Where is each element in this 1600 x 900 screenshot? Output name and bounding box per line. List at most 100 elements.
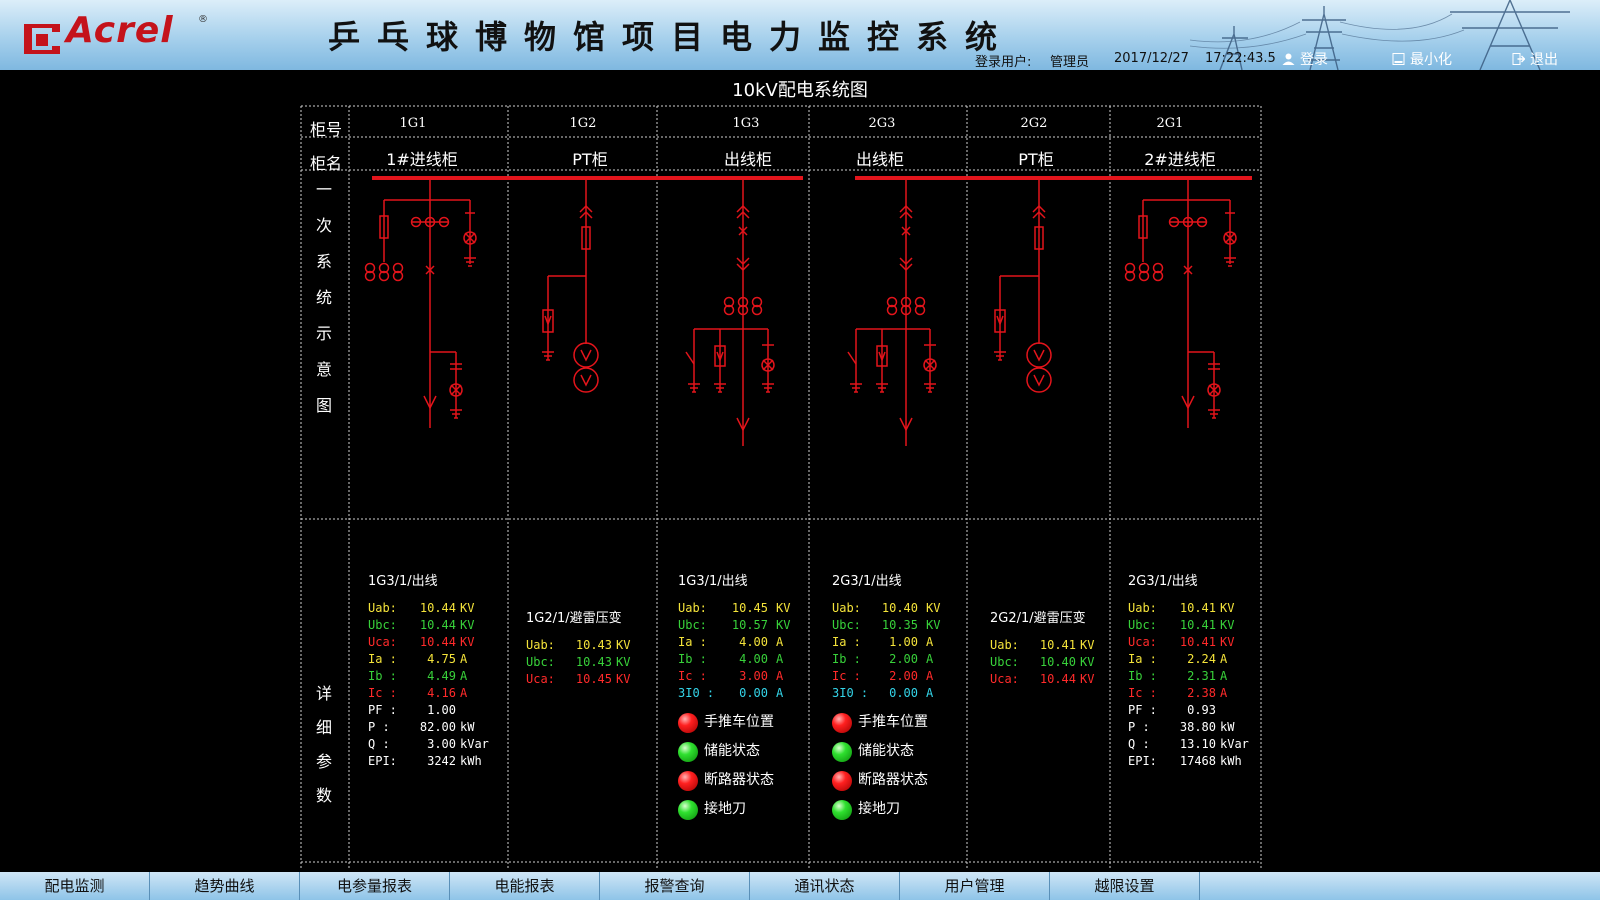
param-row: P : 38.80 kW [1128, 720, 1234, 737]
param-value: 1.00 [427, 703, 456, 717]
param-unit: A [460, 669, 468, 683]
nav-tab[interactable]: 趋势曲线 [150, 872, 300, 900]
param-label: Ib : [832, 652, 861, 666]
status-indicator: 手推车位置 [678, 711, 774, 740]
param-label: Uab: [990, 638, 1019, 652]
bottom-nav-bar: 配电监测 趋势曲线 电参量报表 电能报表 报警查询 通讯状态 用户管理 越限设置 [0, 872, 1600, 900]
param-value: 4.49 [427, 669, 456, 683]
param-row: Uab: 10.41 KV [990, 638, 1094, 655]
param-unit: A [776, 635, 784, 649]
param-value: 10.45 [731, 601, 768, 615]
primary-label-char: 统 [315, 288, 332, 307]
param-label: Ic : [832, 669, 861, 683]
detail-panel-2g1: 2G3/1/出线 Uab: 10.41 KV Ubc: 10.41 KV Uca: 10.41 K… [1128, 570, 1249, 771]
nav-tab[interactable]: 电能报表 [450, 872, 600, 900]
param-row: Ubc: 10.44 KV [368, 618, 474, 635]
status-indicator: 储能状态 [832, 740, 928, 769]
param-row: EPI: 17468 kWh [1128, 754, 1242, 771]
panel-title: 1G3/1/出线 [368, 574, 438, 589]
param-unit: KV [616, 655, 631, 669]
param-unit: A [776, 686, 784, 700]
param-row: Uca: 10.44 KV [990, 672, 1094, 689]
param-unit: kW [460, 720, 475, 734]
green-status-led-icon [678, 799, 698, 820]
status-label: 手推车位置 [858, 714, 928, 730]
param-row: Ic : 3.00 A [678, 669, 783, 686]
cabinet-name-2g1: 2#进线柜 [1144, 150, 1216, 169]
param-row: Q : 3.00 kVar [368, 737, 489, 754]
green-status-led-icon [832, 799, 852, 820]
param-unit: A [460, 652, 468, 666]
panel-title: 2G3/1/出线 [832, 574, 902, 589]
param-value: 38.80 [1179, 720, 1216, 734]
param-value: 2.00 [889, 652, 918, 666]
param-label: Ia : [678, 635, 707, 649]
status-label: 储能状态 [858, 743, 914, 759]
param-label: EPI: [368, 754, 397, 768]
param-row: 3I0 :0.00 A [678, 686, 783, 703]
status-indicator: 手推车位置 [832, 711, 928, 740]
detail-label-char: 细 [315, 718, 332, 737]
red-status-led-icon [832, 712, 852, 733]
param-unit: KV [1220, 601, 1235, 615]
param-row: Uab: 10.41 KV [1128, 601, 1234, 618]
param-label: P : [1128, 720, 1150, 734]
param-value: 10.40 [881, 601, 918, 615]
param-value: 0.93 [1187, 703, 1216, 717]
param-unit: KV [460, 618, 475, 632]
nav-tab[interactable]: 电参量报表 [300, 872, 450, 900]
status-label: 断路器状态 [858, 772, 928, 788]
status-label: 储能状态 [704, 743, 760, 759]
incoming-cabinet-1g1-schematic [364, 178, 477, 428]
nav-tab[interactable]: 越限设置 [1050, 872, 1200, 900]
param-unit: A [926, 686, 934, 700]
param-unit: A [1220, 652, 1228, 666]
param-label: Uca: [368, 635, 397, 649]
param-row: Ic : 2.38 A [1128, 686, 1227, 703]
param-label: Ib : [368, 669, 397, 683]
param-label: Q : [1128, 737, 1150, 751]
status-indicator-list: 手推车位置 储能状态 断路器状态 接地刀 [678, 711, 774, 827]
param-row: PF : 1.00 [368, 703, 456, 720]
param-label: Uca: [526, 672, 555, 686]
single-line-diagram [300, 105, 1262, 870]
param-row: Uab: 10.43 KV [526, 638, 630, 655]
nav-tab[interactable]: 配电监测 [0, 872, 150, 900]
param-unit: kW [1220, 720, 1235, 734]
param-unit: kVar [1220, 737, 1249, 751]
param-value: 0.00 [889, 686, 918, 700]
param-unit: KV [1080, 638, 1095, 652]
red-status-led-icon [678, 770, 698, 791]
status-indicator: 接地刀 [678, 798, 774, 827]
param-value: 10.44 [419, 601, 456, 615]
cabinet-name-header: 柜名 [310, 154, 343, 173]
primary-label-char: 系 [315, 252, 332, 271]
detail-panel-2g2: 2G2/1/避雷压变 Uab: 10.41 KV Ubc: 10.40 KV Uca: 10.4… [990, 607, 1094, 689]
param-unit: A [776, 669, 784, 683]
outgoing-cabinet-1g3-schematic [685, 178, 775, 446]
param-row: Ia : 4.75 A [368, 652, 467, 669]
panel-title: 2G2/1/避雷压变 [990, 611, 1086, 626]
param-value: 2.31 [1187, 669, 1216, 683]
detail-panel-2g3: 2G3/1/出线 Uab: 10.40 KV Ubc: 10.35 KV Ia :1.00 A I… [832, 570, 940, 827]
param-label: Q : [368, 737, 390, 751]
param-label: Ic : [678, 669, 707, 683]
status-indicator: 接地刀 [832, 798, 928, 827]
green-status-led-icon [678, 741, 698, 762]
param-row: Uca: 10.44 KV [368, 635, 474, 652]
status-indicator-list: 手推车位置储能状态断路器状态接地刀 [832, 711, 928, 827]
param-value: 10.44 [419, 635, 456, 649]
param-row: Uab: 10.40 KV [832, 601, 940, 618]
param-label: Uab: [678, 601, 707, 615]
param-value: 2.24 [1187, 652, 1216, 666]
param-row: Uab: 10.44 KV [368, 601, 474, 618]
param-row: Ib : 2.00 A [832, 652, 933, 669]
param-unit: KV [776, 601, 791, 615]
nav-tab[interactable]: 报警查询 [600, 872, 750, 900]
status-indicator: 断路器状态 [832, 769, 928, 798]
param-label: Uab: [526, 638, 555, 652]
nav-tab[interactable]: 用户管理 [900, 872, 1050, 900]
primary-label-char: 意 [315, 360, 332, 379]
param-row: Ubc: 10.43 KV [526, 655, 630, 672]
nav-tab[interactable]: 通讯状态 [750, 872, 900, 900]
